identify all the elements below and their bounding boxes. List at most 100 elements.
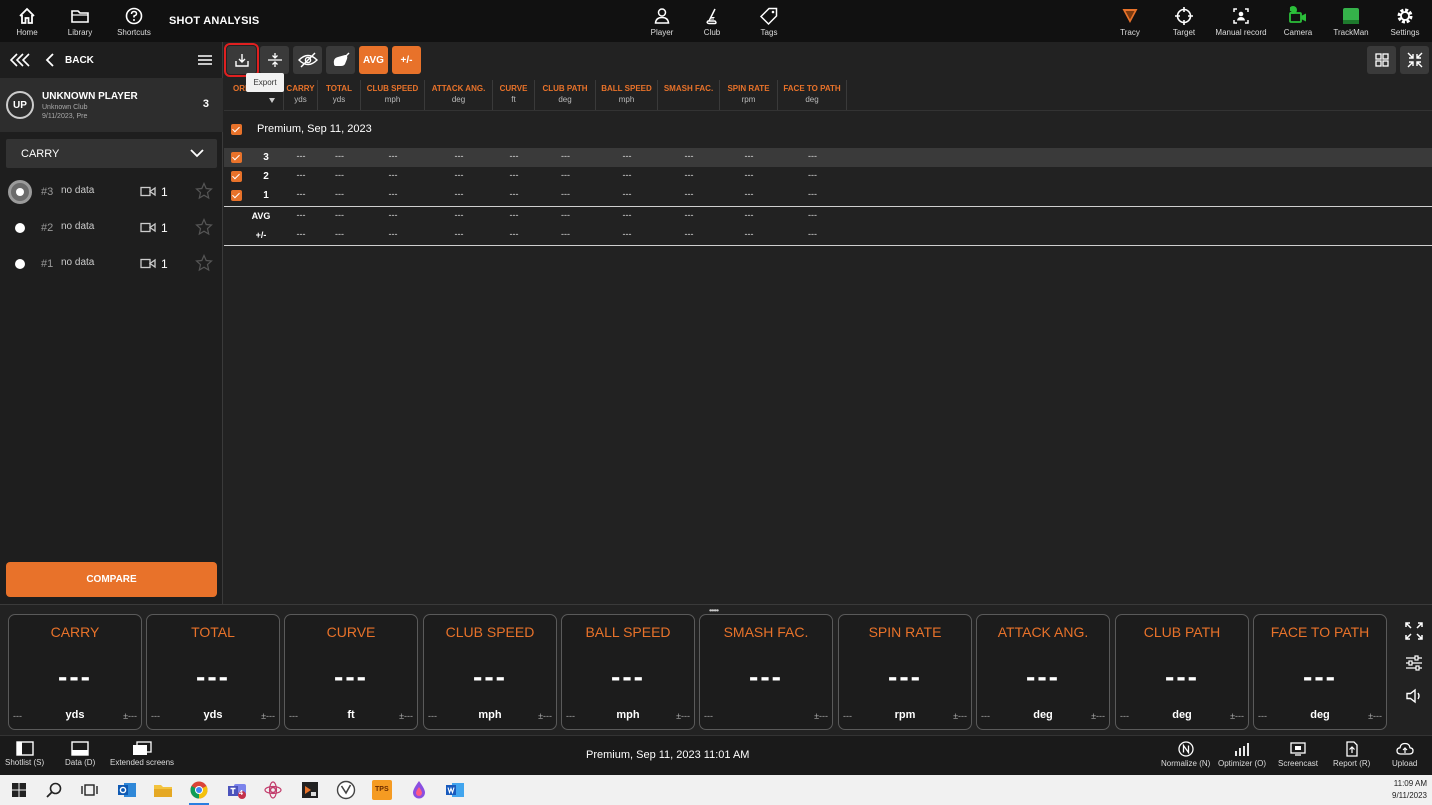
- search-icon[interactable]: [44, 780, 64, 800]
- normalize-icon: [1178, 741, 1194, 757]
- tps-app-icon[interactable]: TPS: [372, 780, 392, 800]
- star-icon[interactable]: [195, 254, 213, 272]
- column-header[interactable]: TOTAL yds: [318, 80, 361, 110]
- column-header[interactable]: CLUB SPEED mph: [361, 80, 425, 110]
- star-icon[interactable]: [195, 182, 213, 200]
- shot-list-item[interactable]: #2 no data 1: [0, 211, 223, 245]
- column-header[interactable]: SMASH FAC.: [658, 80, 720, 110]
- metric-tiles: CARRY --- --- yds ±--- TOTAL --- --- yds ±--- …: [0, 610, 1432, 735]
- metric-tile-attack-angle[interactable]: ATTACK ANG. --- --- deg ±---: [976, 614, 1110, 730]
- column-header[interactable]: BALL SPEED mph: [596, 80, 658, 110]
- outlook-icon[interactable]: [117, 780, 137, 800]
- report-button[interactable]: Report (R): [1333, 741, 1370, 773]
- player-card[interactable]: UP UNKNOWN PLAYER Unknown Club 9/11/2023…: [0, 78, 223, 132]
- chrome-taskbar-item[interactable]: [189, 780, 209, 805]
- home-button[interactable]: Home: [0, 6, 54, 40]
- eye-off-icon: [297, 52, 318, 68]
- network-app-icon[interactable]: [263, 780, 283, 800]
- metric-tile-club-path[interactable]: CLUB PATH --- --- deg ±---: [1115, 614, 1249, 730]
- collapse-rows-button[interactable]: [260, 46, 289, 74]
- teams-taskbar-item[interactable]: 4: [227, 780, 247, 800]
- table-row[interactable]: 3 --- --- --- --- --- --- --- --- --- --…: [224, 148, 1432, 167]
- video-icon: [140, 222, 156, 233]
- tags-button[interactable]: Tags: [742, 6, 796, 40]
- windows-start-icon[interactable]: [9, 780, 29, 800]
- player-button[interactable]: Player: [635, 6, 689, 40]
- column-header[interactable]: CARRY yds: [284, 80, 318, 110]
- shot-list-item[interactable]: #3 no data 1: [0, 175, 223, 209]
- speaker-icon[interactable]: [1405, 687, 1423, 705]
- club-button[interactable]: Club: [685, 6, 739, 40]
- camera-button[interactable]: 1 Camera: [1271, 5, 1325, 40]
- file-explorer-icon[interactable]: [153, 780, 173, 800]
- optimizer-button[interactable]: Optimizer (O): [1218, 741, 1266, 773]
- screencast-button[interactable]: Screencast: [1278, 741, 1318, 773]
- library-button[interactable]: Library: [53, 6, 107, 40]
- club-filter-button[interactable]: [326, 46, 355, 74]
- session-checkbox[interactable]: [231, 124, 242, 135]
- trackman-button[interactable]: TrackMan: [1324, 6, 1378, 40]
- column-header[interactable]: SPIN RATE rpm: [720, 80, 778, 110]
- table-row[interactable]: 2 --- --- --- --- --- --- --- --- --- --…: [224, 167, 1432, 186]
- row-checkbox[interactable]: [231, 152, 242, 163]
- column-header[interactable]: FACE TO PATH deg: [778, 80, 847, 110]
- normalize-button[interactable]: Normalize (N): [1161, 741, 1210, 773]
- shot-radio[interactable]: [15, 223, 25, 233]
- tracy-button[interactable]: Tracy: [1103, 6, 1157, 40]
- paint-app-icon[interactable]: [409, 780, 429, 800]
- row-checkbox[interactable]: [231, 171, 242, 182]
- teams-icon: [228, 784, 246, 799]
- metric-tile-face-to-path[interactable]: FACE TO PATH --- --- deg ±---: [1253, 614, 1387, 730]
- metric-dropdown[interactable]: CARRY: [6, 139, 217, 168]
- teams-badge: 4: [239, 790, 243, 797]
- metric-tile-smash-factor[interactable]: SMASH FAC. --- --- ±---: [699, 614, 833, 730]
- back-button[interactable]: BACK: [45, 51, 94, 69]
- star-icon[interactable]: [195, 218, 213, 236]
- grid-view-button[interactable]: [1367, 46, 1396, 74]
- hide-button[interactable]: [293, 46, 322, 74]
- clock-date: 9/11/2023: [1392, 791, 1427, 800]
- expand-icon[interactable]: [1405, 622, 1423, 640]
- column-header[interactable]: ATTACK ANG. deg: [425, 80, 493, 110]
- metric-tile-curve[interactable]: CURVE --- --- ft ±---: [284, 614, 418, 730]
- compare-button[interactable]: COMPARE: [6, 562, 217, 597]
- table-row[interactable]: 1 --- --- --- --- --- --- --- --- --- --…: [224, 186, 1432, 205]
- shot-radio[interactable]: [8, 180, 32, 204]
- data-button[interactable]: Data (D): [65, 741, 95, 773]
- player-club: Unknown Club: [42, 104, 88, 111]
- plusminus-toggle-button[interactable]: +/-: [392, 46, 421, 74]
- cloud-upload-icon: [1396, 742, 1414, 755]
- shortcuts-button[interactable]: Shortcuts: [107, 6, 161, 40]
- metric-tile-ball-speed[interactable]: BALL SPEED --- --- mph ±---: [561, 614, 695, 730]
- target-button[interactable]: Target: [1157, 6, 1211, 40]
- column-header[interactable]: CURVE ft: [493, 80, 535, 110]
- manual-record-button[interactable]: Manual record: [1214, 6, 1268, 40]
- avg-toggle-button[interactable]: AVG: [359, 46, 388, 74]
- metric-tile-carry[interactable]: CARRY --- --- yds ±---: [8, 614, 142, 730]
- help-icon: [125, 7, 143, 25]
- sliders-icon[interactable]: [1405, 654, 1423, 672]
- settings-button[interactable]: Settings: [1378, 6, 1432, 40]
- extended-screens-button[interactable]: Extended screens: [110, 741, 174, 773]
- collapse-all-icon[interactable]: [10, 53, 30, 67]
- metric-tile-total[interactable]: TOTAL --- --- yds ±---: [146, 614, 280, 730]
- column-header[interactable]: CLUB PATH deg: [535, 80, 596, 110]
- shot-count: 3: [202, 98, 209, 110]
- minimize-button[interactable]: [1400, 46, 1429, 74]
- menu-icon[interactable]: [198, 55, 212, 65]
- table-bottom-divider: [224, 245, 1432, 246]
- upload-button[interactable]: Upload: [1392, 741, 1417, 773]
- system-clock[interactable]: 11:09 AM 9/11/2023: [1382, 778, 1427, 802]
- task-view-icon[interactable]: [79, 780, 99, 800]
- export-button[interactable]: [224, 43, 259, 77]
- shotlist-button[interactable]: Shotlist (S): [5, 741, 44, 773]
- trackman-app-icon[interactable]: [300, 780, 320, 800]
- metric-tile-spin-rate[interactable]: SPIN RATE --- --- rpm ±---: [838, 614, 972, 730]
- metric-tile-club-speed[interactable]: CLUB SPEED --- --- mph ±---: [423, 614, 557, 730]
- row-checkbox[interactable]: [231, 190, 242, 201]
- shot-list-item[interactable]: #1 no data 1: [0, 247, 223, 281]
- player-date: 9/11/2023, Pre: [42, 113, 88, 120]
- shot-radio[interactable]: [15, 259, 25, 269]
- tracy-app-icon[interactable]: [336, 780, 356, 800]
- word-icon[interactable]: [445, 780, 465, 800]
